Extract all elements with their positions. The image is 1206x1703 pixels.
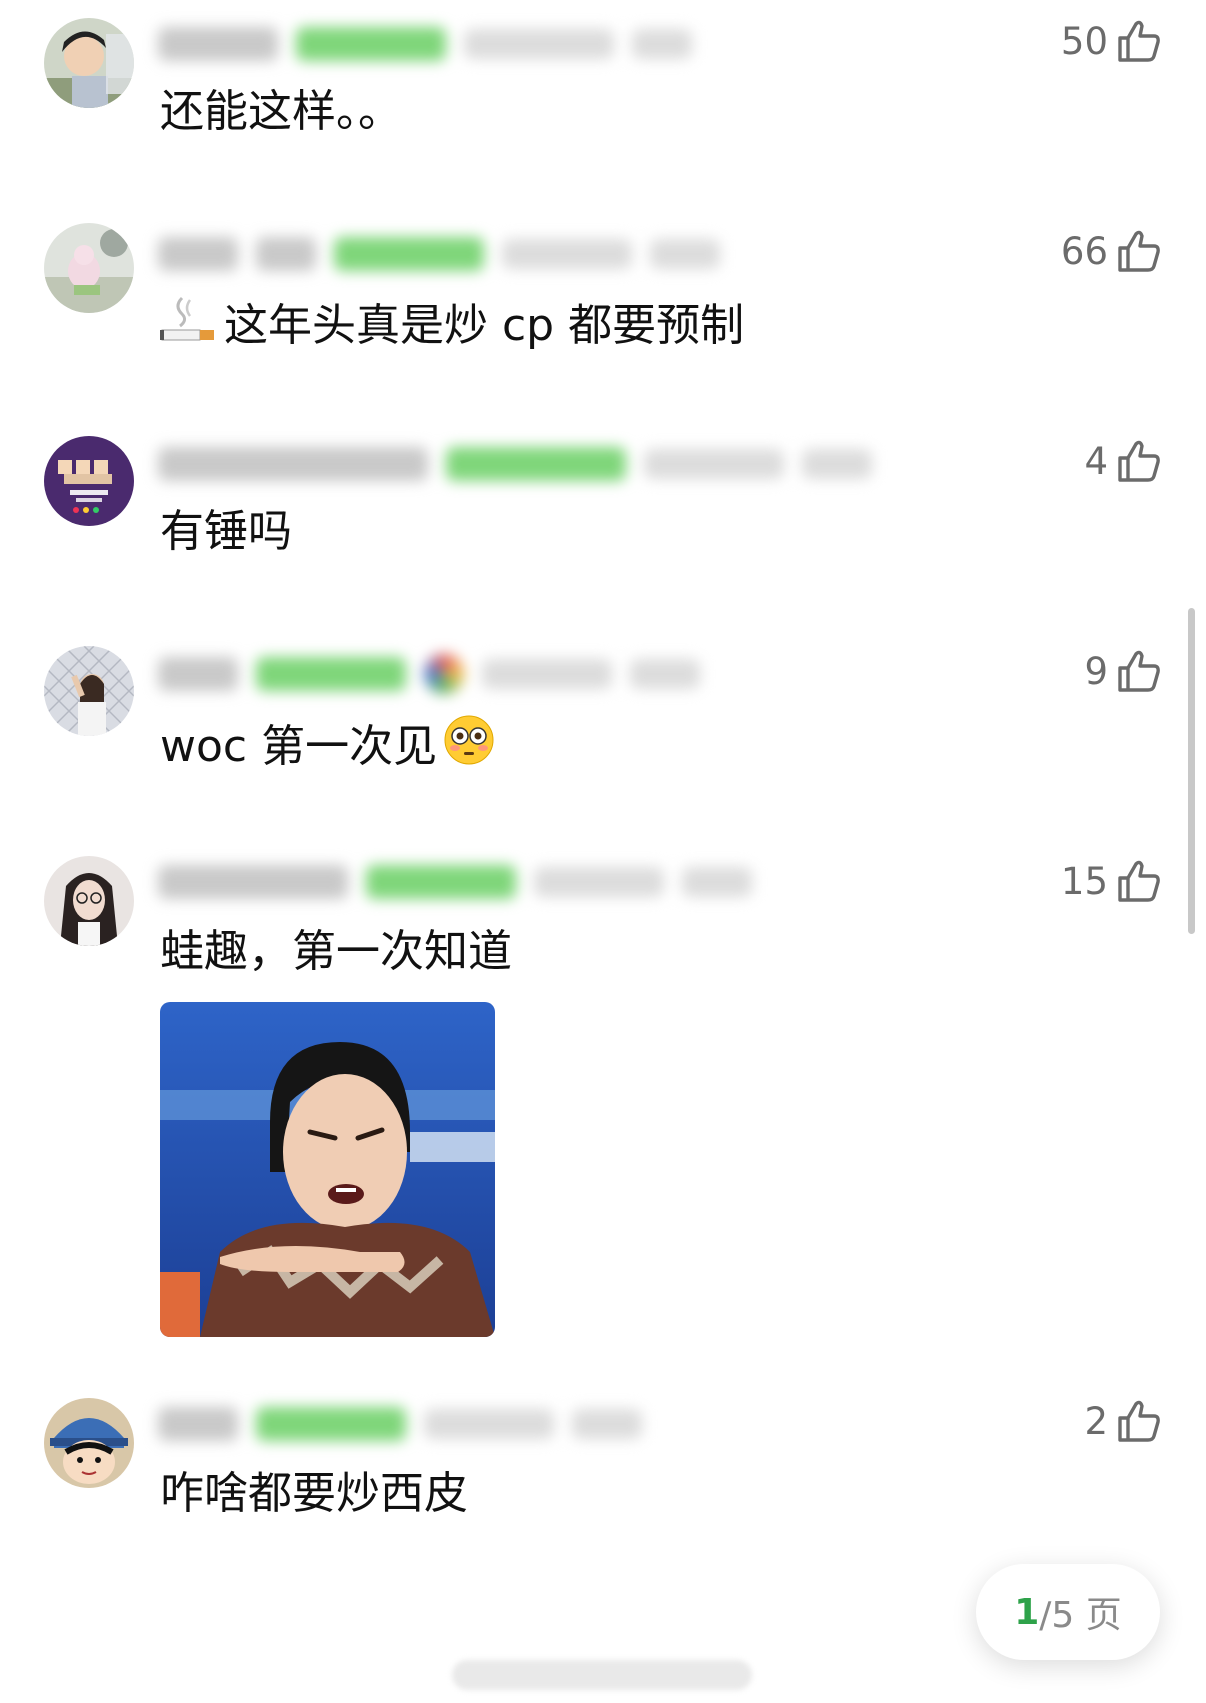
comment-text: 有锤吗 [160, 506, 292, 557]
like-count: 4 [1084, 439, 1108, 483]
comment-text: 还能这样。。 [160, 86, 402, 137]
avatar[interactable] [44, 436, 134, 526]
like-button[interactable]: 66 [1061, 228, 1162, 274]
blurred-user-meta [158, 862, 752, 902]
comment-text: 咋啥都要炒西皮 [160, 1468, 468, 1519]
comment-text: 这年头真是炒 cp 都要预制 [160, 294, 744, 358]
like-button[interactable]: 9 [1084, 648, 1162, 694]
blurred-bottom-bar [452, 1660, 752, 1690]
total-pages: /5 页 [1039, 1595, 1122, 1636]
thumbs-up-icon [1116, 438, 1162, 484]
thumbs-up-icon [1116, 18, 1162, 64]
thumbs-up-icon [1116, 228, 1162, 274]
like-count: 2 [1084, 1399, 1108, 1443]
scrollbar[interactable] [1188, 608, 1195, 934]
like-button[interactable]: 2 [1084, 1398, 1162, 1444]
like-count: 9 [1084, 649, 1108, 693]
page-indicator[interactable]: 1 /5 页 [976, 1564, 1160, 1660]
thumbs-up-icon [1116, 1398, 1162, 1444]
blurred-user-meta [158, 24, 692, 64]
blurred-user-meta [158, 654, 700, 694]
like-count: 15 [1060, 859, 1108, 903]
flushed-face-icon [443, 714, 495, 780]
like-button[interactable]: 4 [1084, 438, 1162, 484]
like-button[interactable]: 50 [1061, 18, 1162, 64]
avatar[interactable] [44, 1398, 134, 1488]
blurred-user-meta [158, 444, 872, 484]
avatar[interactable] [44, 856, 134, 946]
comment-text: 蛙趣，第一次知道 [160, 926, 512, 977]
thumbs-up-icon [1116, 648, 1162, 694]
avatar[interactable] [44, 223, 134, 313]
blurred-user-meta [158, 1404, 642, 1444]
current-page: 1 [1014, 1591, 1040, 1633]
like-count: 50 [1060, 19, 1108, 63]
reaction-meme-image[interactable] [160, 1002, 495, 1337]
comment-text: woc 第一次见 [160, 714, 495, 780]
blurred-user-meta [158, 234, 720, 274]
avatar[interactable] [44, 18, 134, 108]
cigarette-icon [160, 294, 218, 358]
like-count: 66 [1060, 229, 1108, 273]
thumbs-up-icon [1116, 858, 1162, 904]
like-button[interactable]: 15 [1061, 858, 1162, 904]
avatar[interactable] [44, 646, 134, 736]
